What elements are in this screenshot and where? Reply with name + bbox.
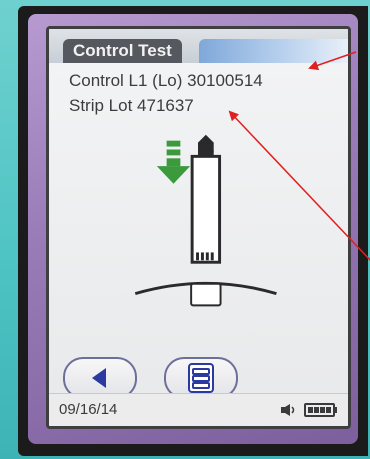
battery-icon xyxy=(304,403,337,417)
test-strip-icon xyxy=(190,134,222,264)
status-bar: 09/16/14 xyxy=(49,393,348,426)
page-title: Control Test xyxy=(63,39,182,63)
back-arrow-icon xyxy=(92,368,106,388)
list-menu-icon xyxy=(188,363,214,393)
meter-slot-icon xyxy=(134,281,277,307)
date-display: 09/16/14 xyxy=(59,401,118,418)
insert-strip-arrow-icon xyxy=(156,140,191,184)
title-bar: Control Test xyxy=(49,29,348,63)
title-accent-bar xyxy=(199,39,348,63)
strip-lot-info: Strip Lot 471637 xyxy=(69,96,194,115)
meter-screen: Control Test Control L1 (Lo) 30100514 St… xyxy=(46,26,351,429)
insert-strip-illustration xyxy=(134,134,277,307)
sound-icon xyxy=(281,404,295,416)
control-solution-info: Control L1 (Lo) 30100514 xyxy=(69,71,263,90)
